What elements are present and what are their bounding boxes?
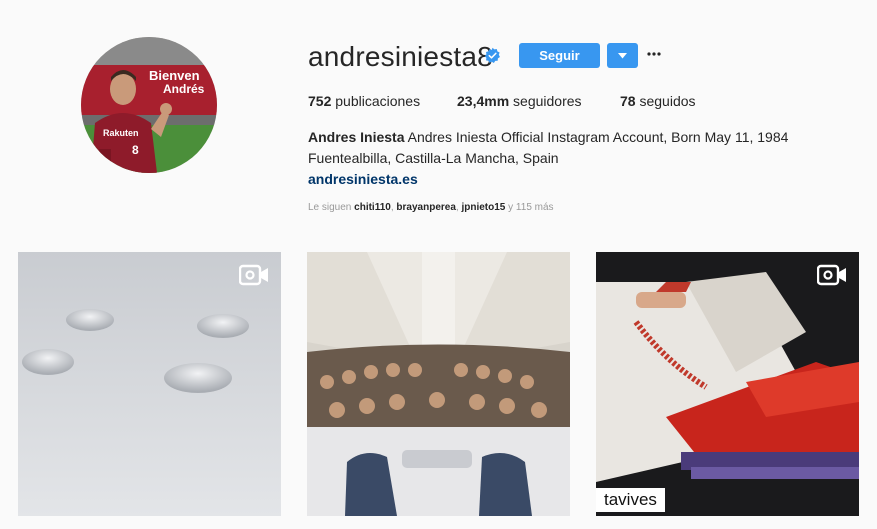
follow-button[interactable]: Seguir xyxy=(519,43,600,68)
followers-label: seguidores xyxy=(513,93,582,109)
bio-description: Andres Iniesta Official Instagram Accoun… xyxy=(407,129,789,145)
stat-following[interactable]: 78 seguidos xyxy=(620,92,696,110)
bio-line-1: Andres Iniesta Andres Iniesta Official I… xyxy=(308,127,848,148)
followed-by-prefix: Le siguen xyxy=(308,202,352,213)
profile-username: andresiniesta8 xyxy=(308,41,493,72)
followed-by-user[interactable]: jpnieto15 xyxy=(461,202,505,213)
stat-followers[interactable]: 23,4mm seguidores xyxy=(457,92,582,110)
more-options-button[interactable] xyxy=(646,44,662,64)
following-count: 78 xyxy=(620,93,636,109)
video-camera-icon xyxy=(239,264,268,286)
verified-badge-icon xyxy=(484,47,500,63)
video-caption: tavives xyxy=(596,488,665,512)
profile-bio: Andres Iniesta Andres Iniesta Official I… xyxy=(308,127,848,190)
post-tile[interactable] xyxy=(18,252,281,516)
avatar-banner-line2: Andrés xyxy=(163,82,205,96)
posts-count: 752 xyxy=(308,93,332,109)
followers-count: 23,4mm xyxy=(457,93,510,109)
followed-by-user[interactable]: chiti110 xyxy=(354,202,391,213)
posts-label: publicaciones xyxy=(335,93,421,109)
suggestions-dropdown-button[interactable] xyxy=(607,43,638,68)
avatar-banner-line1: Bienven xyxy=(149,68,200,83)
post-tile[interactable]: tavives xyxy=(596,252,859,516)
bio-location: Fuentealbilla, Castilla-La Mancha, Spain xyxy=(308,150,559,166)
followed-by-suffix[interactable]: y 115 más xyxy=(508,202,553,213)
post-thumbnail xyxy=(307,252,570,516)
bio-website-link[interactable]: andresiniesta.es xyxy=(308,169,848,190)
post-tile[interactable] xyxy=(307,252,570,516)
post-thumbnail xyxy=(18,252,281,516)
avatar-jersey-text: Rakuten xyxy=(103,128,139,138)
profile-avatar: Bienven Andrés Rakuten 8 xyxy=(81,37,217,173)
following-label: seguidos xyxy=(639,93,696,109)
bio-full-name: Andres Iniesta xyxy=(308,129,405,145)
caret-down-icon xyxy=(618,52,627,58)
followed-by: Le siguen chiti110, brayanperea, jpnieto… xyxy=(308,202,554,213)
avatar-jersey-number: 8 xyxy=(132,143,139,157)
followed-by-user[interactable]: brayanperea xyxy=(396,202,455,213)
post-thumbnail xyxy=(596,252,859,516)
stat-posts: 752 publicaciones xyxy=(308,92,420,110)
avatar-image: Bienven Andrés Rakuten 8 xyxy=(81,37,217,173)
video-camera-icon xyxy=(817,264,846,286)
ellipsis-icon xyxy=(647,52,661,56)
